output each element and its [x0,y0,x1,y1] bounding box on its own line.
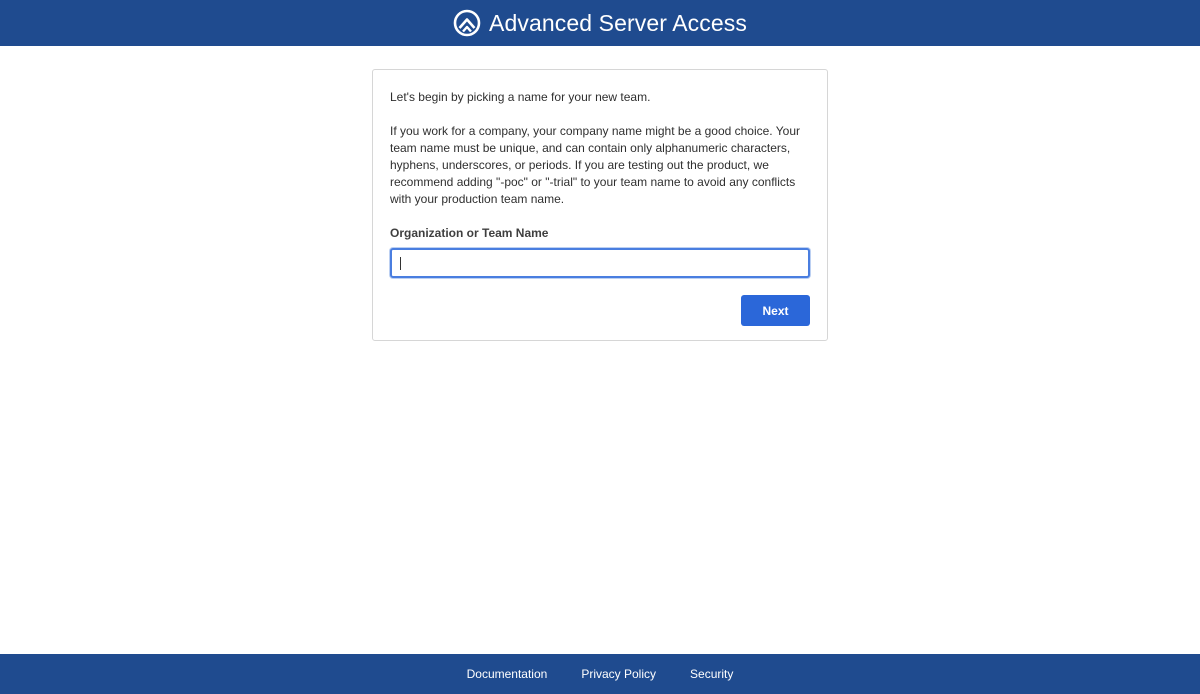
team-name-input[interactable] [392,250,808,276]
app-title: Advanced Server Access [489,9,747,36]
intro-text: Let's begin by picking a name for your n… [390,90,651,104]
footer: Documentation Privacy Policy Security [0,654,1200,694]
footer-link-privacy-policy[interactable]: Privacy Policy [581,667,656,681]
description-text: If you work for a company, your company … [390,124,801,206]
team-name-card: Let's begin by picking a name for your n… [372,69,828,341]
okta-asa-logo-icon [453,9,481,37]
brand: Advanced Server Access [453,9,747,37]
top-banner: Advanced Server Access [0,0,1200,46]
next-button[interactable]: Next [741,295,810,326]
team-name-label: Organization or Team Name [390,226,549,240]
team-name-field[interactable] [390,248,810,278]
footer-link-security[interactable]: Security [690,667,733,681]
footer-link-documentation[interactable]: Documentation [467,667,548,681]
text-cursor [400,257,401,270]
button-row: Next [390,295,810,326]
